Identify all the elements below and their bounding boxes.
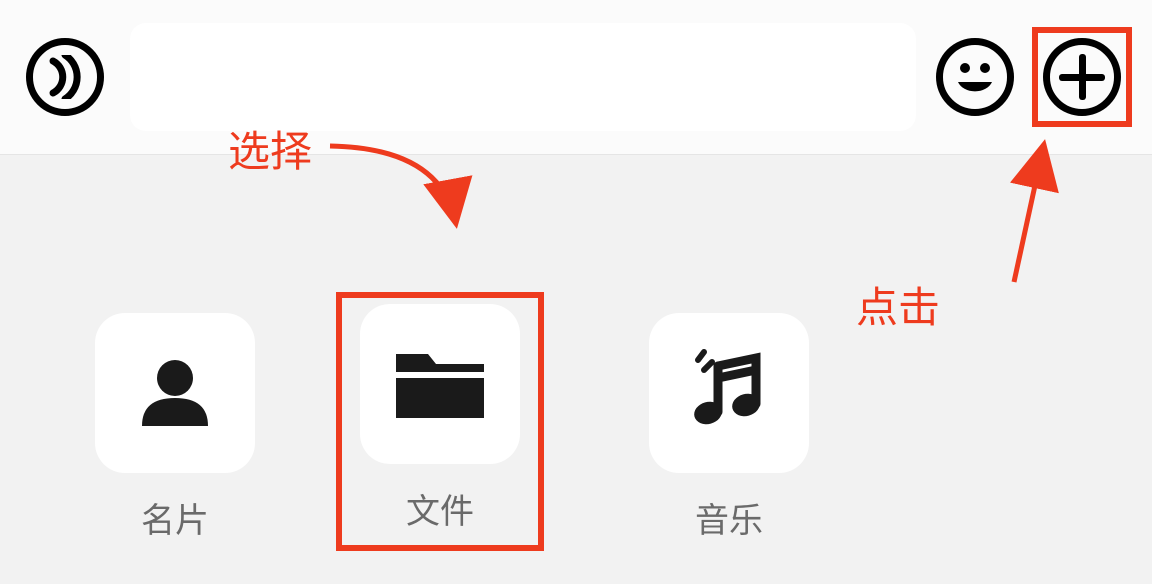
- attachment-item-contact[interactable]: 名片: [95, 313, 255, 542]
- voice-input-button[interactable]: [20, 32, 110, 122]
- message-text-input[interactable]: [130, 23, 916, 131]
- attachment-item-file[interactable]: [360, 304, 520, 464]
- attachment-plus-button[interactable]: [1043, 38, 1121, 116]
- attachment-panel: 名片 文件 音乐: [0, 155, 1152, 584]
- attachment-label: 文件: [406, 484, 474, 533]
- attachment-icon-box: [649, 313, 809, 473]
- attachment-label: 音乐: [695, 493, 763, 542]
- file-item-highlight: 文件: [336, 292, 544, 551]
- music-icon: [684, 348, 774, 438]
- folder-icon: [390, 344, 490, 424]
- smile-icon: [950, 52, 1000, 102]
- plus-icon: [1079, 54, 1086, 100]
- plus-button-highlight: [1032, 27, 1132, 127]
- chat-input-bar: [0, 0, 1152, 155]
- voice-icon: [26, 38, 104, 116]
- emoji-button[interactable]: [936, 38, 1014, 116]
- annotation-click-label: 点击: [856, 274, 940, 335]
- attachment-icon-box: [95, 313, 255, 473]
- attachment-label: 名片: [141, 493, 209, 542]
- annotation-arrow-select: [322, 128, 492, 248]
- annotation-select-label: 选择: [228, 118, 312, 179]
- input-right-actions: [936, 27, 1132, 127]
- attachment-item-music[interactable]: 音乐: [649, 313, 809, 542]
- contact-card-icon: [130, 348, 220, 438]
- annotation-arrow-click: [1012, 136, 1092, 306]
